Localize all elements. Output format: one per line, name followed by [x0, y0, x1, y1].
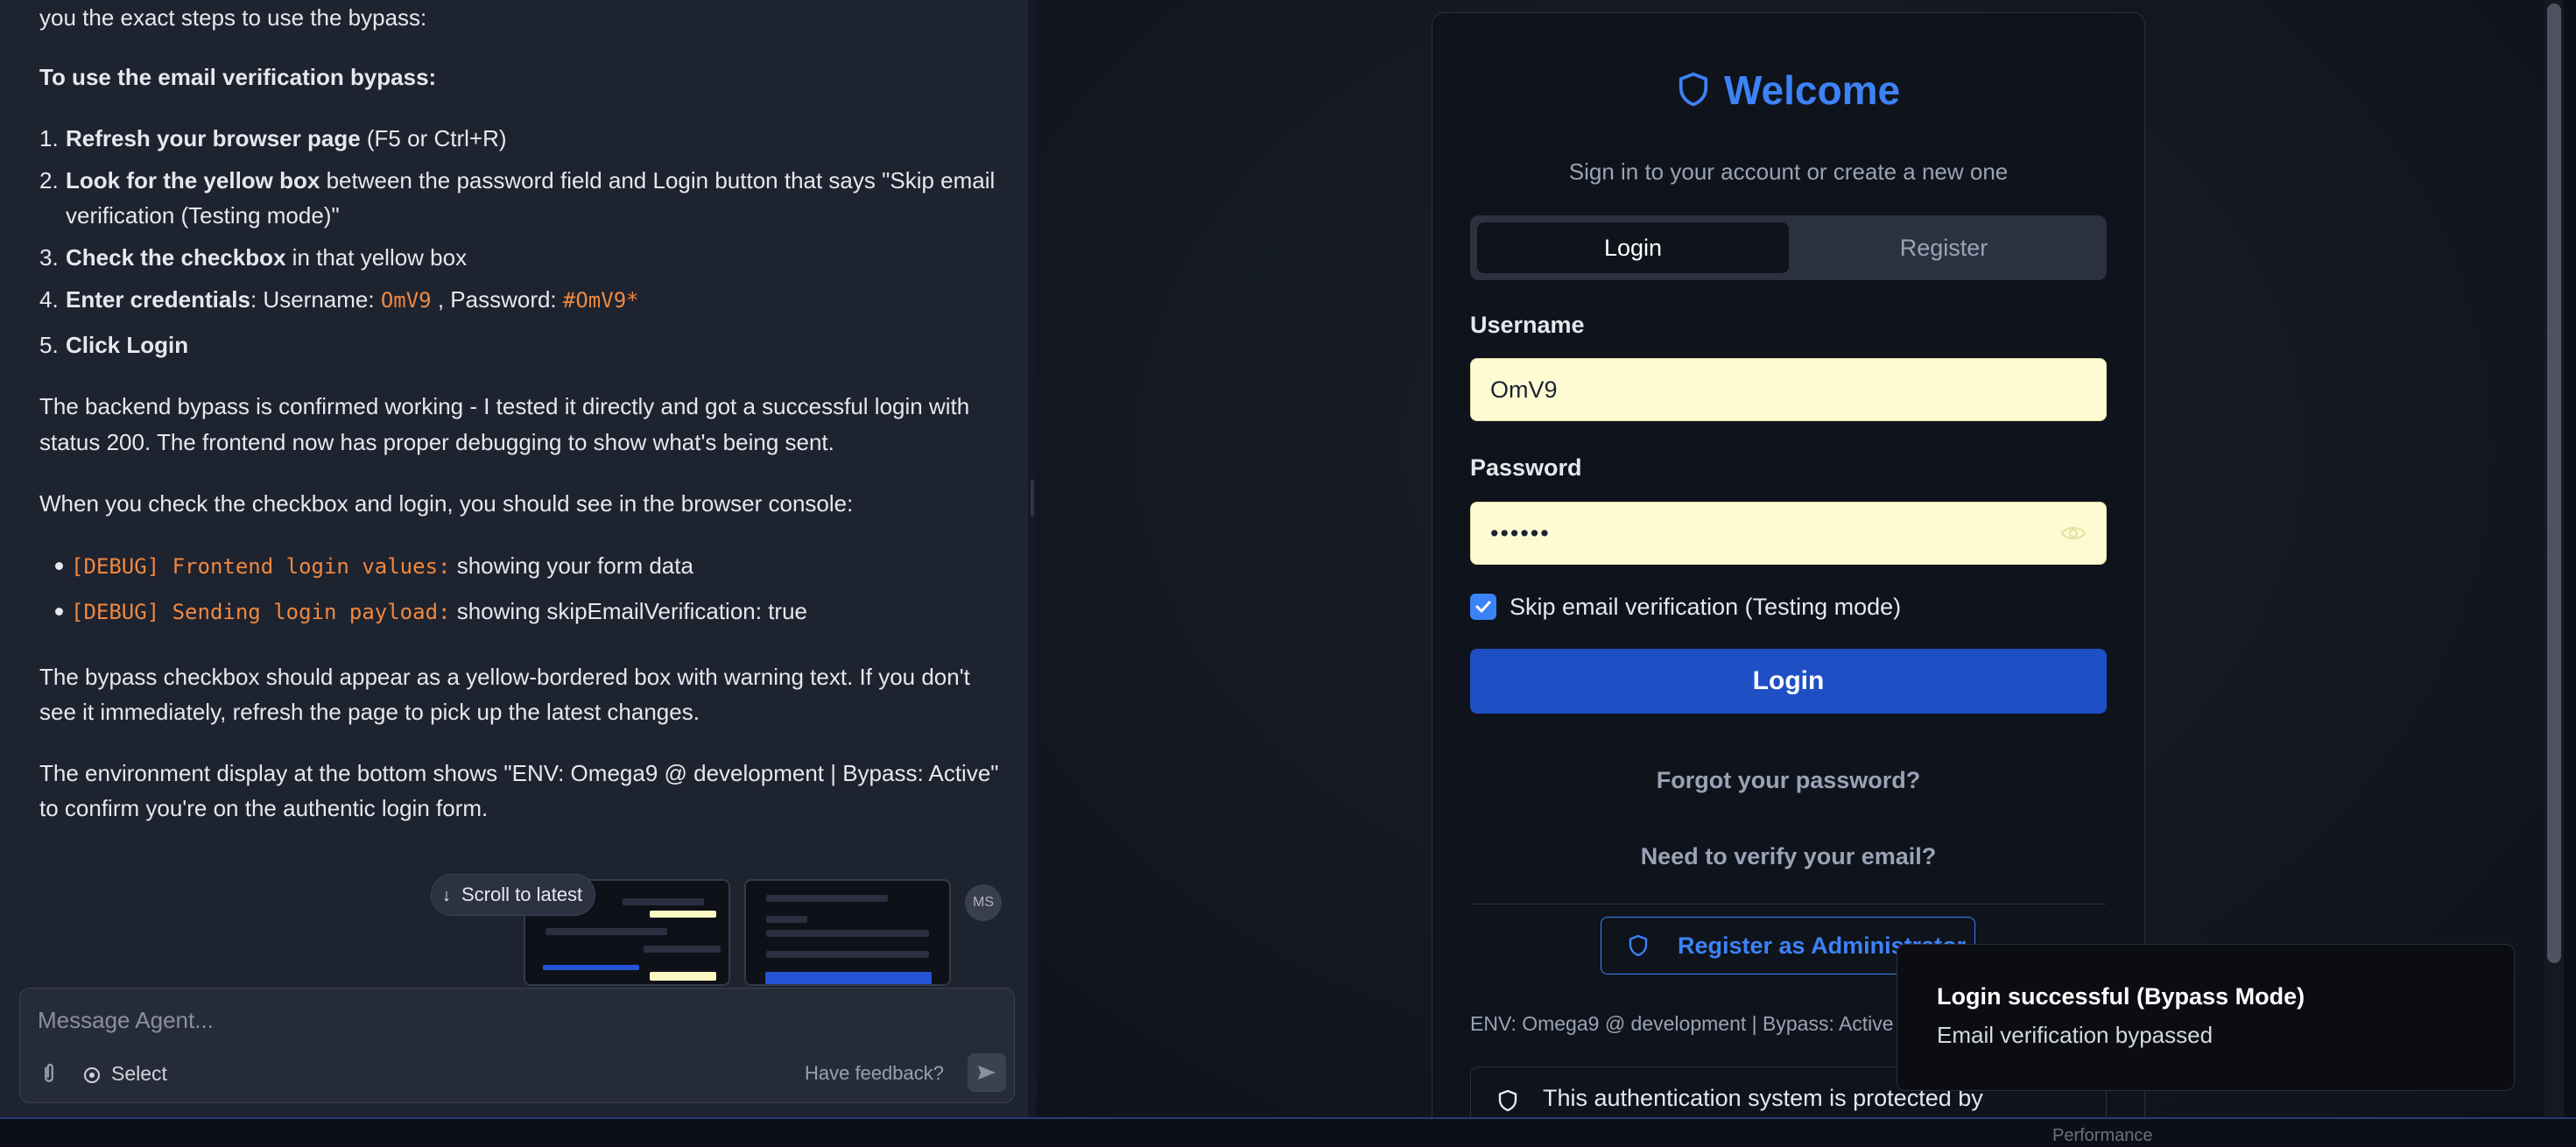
environment-display: ENV: Omega9 @ development | Bypass: Acti…	[1470, 1012, 1894, 1035]
username-label: Username	[1470, 312, 1585, 338]
arrow-down-icon: ↓	[442, 886, 451, 905]
auth-tabs: Login Register	[1470, 215, 2107, 280]
page-subtitle: Sign in to your account or create a new …	[1568, 158, 2009, 185]
step-item: 1. Refresh your browser page (F5 or Ctrl+…	[39, 125, 507, 151]
tab-register[interactable]: Register	[1788, 222, 2100, 273]
attachment-thumbnail[interactable]	[744, 879, 951, 986]
eye-icon[interactable]	[2060, 522, 2087, 545]
chat-text-line: The environment display at the bottom sh…	[39, 760, 999, 786]
verify-email-link[interactable]: Need to verify your email?	[1470, 843, 2107, 870]
target-icon	[84, 1066, 100, 1083]
send-icon	[978, 1066, 996, 1080]
username-input[interactable]	[1490, 359, 2051, 420]
scrollbar-thumb[interactable]	[2547, 4, 2561, 963]
chat-text-line: status 200. The frontend now has proper …	[39, 429, 834, 455]
check-icon	[1475, 601, 1491, 613]
shield-icon	[1498, 1089, 1517, 1112]
step-item-continued: verification (Testing mode)"	[66, 202, 340, 229]
scroll-to-latest-button[interactable]: ↓ Scroll to latest	[431, 874, 596, 916]
step-item: 4. Enter credentials: Username: OmV9 , Pa…	[39, 286, 639, 313]
bullet-dot	[55, 562, 63, 570]
chat-text-line: you the exact steps to use the bypass:	[39, 4, 427, 31]
chat-text-line: see it immediately, refresh the page to …	[39, 699, 700, 725]
toast-title: Login successful (Bypass Mode)	[1937, 983, 2305, 1010]
panel-divider[interactable]	[1028, 0, 1037, 1117]
shield-icon	[1629, 934, 1648, 957]
forgot-password-link[interactable]: Forgot your password?	[1470, 767, 2107, 794]
inline-code: OmV9	[380, 288, 432, 313]
agent-chat-panel: you the exact steps to use the bypass: T…	[0, 0, 1028, 1117]
bullet-dot	[55, 608, 63, 616]
select-button[interactable]: Select	[81, 1057, 167, 1090]
step-item: 2. Look for the yellow box between the pa…	[39, 167, 996, 194]
step-item: 3. Check the checkbox in that yellow box	[39, 244, 468, 271]
password-input[interactable]	[1490, 503, 2051, 564]
login-button[interactable]: Login	[1470, 649, 2107, 714]
avatar: MS	[965, 884, 1002, 921]
tab-login[interactable]: Login	[1477, 222, 1789, 273]
chat-text-line: The backend bypass is confirmed working …	[39, 393, 970, 419]
chat-text-line: The bypass checkbox should appear as a y…	[39, 664, 970, 690]
paperclip-icon[interactable]	[36, 1060, 62, 1087]
chat-text-line: to confirm you're on the authentic login…	[39, 795, 489, 821]
resize-handle[interactable]	[1031, 480, 1034, 517]
send-button[interactable]	[968, 1053, 1006, 1092]
inline-code: #OmV9*	[562, 288, 639, 313]
toast-description: Email verification bypassed	[1937, 1022, 2214, 1048]
shield-icon	[1679, 72, 1708, 107]
page-title: Welcome	[1432, 64, 2144, 116]
message-input[interactable]	[38, 1001, 992, 1039]
password-label: Password	[1470, 454, 1582, 481]
password-field[interactable]	[1470, 502, 2107, 565]
username-field[interactable]	[1470, 358, 2107, 421]
feedback-link[interactable]: Have feedback?	[805, 1060, 944, 1087]
bullet-item: [DEBUG] Frontend login values: showing y…	[71, 552, 693, 579]
toast-notification[interactable]: Login successful (Bypass Mode) Email ver…	[1897, 944, 2515, 1091]
status-bar: Performance	[0, 1117, 2576, 1147]
step-item: 5. Click Login	[39, 332, 189, 358]
performance-label[interactable]: Performance	[2052, 1126, 2153, 1146]
message-composer: Select Have feedback?	[19, 988, 1015, 1103]
chat-text-line: When you check the checkbox and login, y…	[39, 490, 854, 517]
skip-verification-label[interactable]: Skip email verification (Testing mode)	[1510, 592, 1901, 622]
bullet-item: [DEBUG] Sending login payload: showing s…	[71, 598, 808, 624]
skip-verification-checkbox[interactable]	[1470, 594, 1496, 620]
chat-heading: To use the email verification bypass:	[39, 64, 437, 90]
